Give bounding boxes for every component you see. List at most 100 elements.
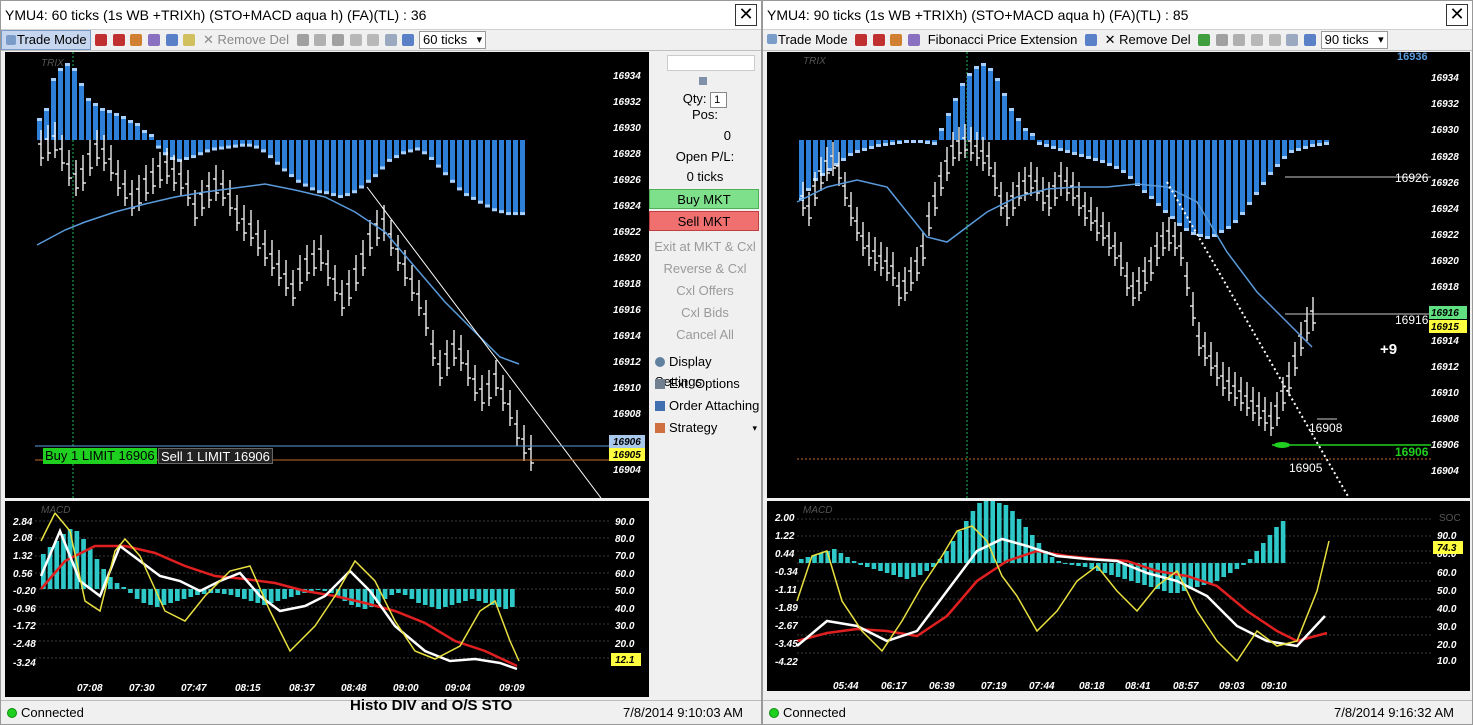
trix-histogram-cap	[1023, 128, 1028, 131]
price-tick-label: 16922	[613, 227, 641, 238]
macd-tick-label: -1.89	[775, 603, 798, 614]
zoom-fit-icon[interactable]	[130, 34, 143, 46]
line-tool-icon[interactable]	[1233, 34, 1246, 46]
trix-histogram-bar	[1009, 110, 1014, 140]
zoom-out-icon[interactable]	[872, 34, 885, 46]
drawing-icon[interactable]	[183, 34, 196, 46]
macd-histogram-bar	[1274, 527, 1279, 563]
interval-icon[interactable]	[1303, 34, 1316, 46]
price-tick-label: 16912	[1431, 362, 1459, 373]
trix-histogram-cap	[1324, 142, 1329, 145]
cxl-offers-button[interactable]: Cxl Offers	[649, 281, 761, 301]
exit-cxl-button[interactable]: Exit at MKT & Cxl	[649, 237, 761, 257]
time-tick-label: 08:41	[1125, 681, 1151, 691]
price-chart[interactable]: TRIX 16934 16932 16930 16928 16926 16924 16922…	[5, 52, 649, 498]
trix-histogram-cap	[883, 143, 888, 146]
trix-histogram-cap	[121, 116, 126, 119]
macd-histogram-bar	[891, 563, 896, 575]
zoom-in-icon[interactable]	[95, 34, 108, 46]
trix-histogram-bar	[1233, 140, 1238, 222]
link-icon[interactable]	[1084, 34, 1097, 46]
fibonacci-tool[interactable]: Fibonacci Price Extension	[925, 30, 1081, 50]
trix-histogram-cap	[366, 179, 371, 183]
color-icon[interactable]	[908, 34, 921, 46]
zoom-in-icon[interactable]	[855, 34, 868, 46]
macd-histogram-bar	[449, 589, 455, 605]
line-tool-icon[interactable]	[314, 34, 327, 46]
trix-histogram-bar	[981, 65, 986, 140]
arrow-tool-icon[interactable]	[296, 34, 309, 46]
macd-histogram-bar	[799, 559, 804, 563]
trix-histogram-cap	[359, 185, 364, 189]
trix-histogram-cap	[981, 63, 986, 66]
price-tick-label: 16920	[1431, 256, 1459, 267]
remove-del-button[interactable]: ✕ Remove Del	[1102, 30, 1194, 50]
arrow-tool-icon[interactable]	[1198, 34, 1211, 46]
trix-histogram-cap	[848, 153, 853, 156]
reverse-cxl-button[interactable]: Reverse & Cxl	[649, 259, 761, 279]
trix-histogram-cap	[897, 141, 902, 144]
interval-select[interactable]: 60 ticks	[419, 31, 487, 49]
buy-mkt-button[interactable]: Buy MKT	[649, 189, 759, 209]
macd-histogram-bar	[1254, 551, 1259, 563]
order-attaching-menu[interactable]: Order Attaching	[649, 396, 761, 416]
stoch-tick-label: 90.0	[1437, 531, 1457, 542]
trix-histogram-cap	[1268, 172, 1273, 175]
calendar-icon[interactable]	[384, 34, 397, 46]
macd-histogram-bar	[476, 589, 482, 601]
macd-tick-label: 0.44	[775, 549, 795, 560]
trix-histogram-cap	[492, 208, 497, 212]
calendar-icon[interactable]	[1286, 34, 1299, 46]
interval-icon[interactable]	[402, 34, 415, 46]
connection-status-icon	[769, 708, 779, 718]
trix-histogram-cap	[1093, 158, 1098, 161]
ellipse-tool-icon[interactable]	[1251, 34, 1264, 46]
gain-label: +9	[1380, 341, 1397, 358]
macd-histogram-bar	[221, 589, 227, 594]
sell-limit-order[interactable]: Sell 1 LIMIT 16906	[158, 448, 273, 464]
rect-tool-icon[interactable]	[367, 34, 380, 46]
display-settings-menu[interactable]: Display Settings	[649, 352, 761, 389]
macd-histogram-bar	[1208, 563, 1213, 583]
trix-histogram-cap	[1198, 234, 1203, 237]
interval-select[interactable]: 90 ticks	[1320, 31, 1388, 49]
cancel-all-button[interactable]: Cancel All	[649, 325, 761, 345]
price-chart-svg: TRIX 16926 16916 16906 16908 16905 +9 16…	[796, 52, 1467, 498]
link-icon[interactable]	[165, 34, 178, 46]
price-chart[interactable]: TRIX 16926 16916 16906 16908 16905 +9 16…	[767, 52, 1470, 498]
connection-status: Connected	[783, 705, 846, 720]
macd-histogram-bar	[463, 589, 468, 601]
account-field[interactable]	[667, 55, 755, 71]
trade-mode-button[interactable]: Trade Mode	[1, 30, 91, 50]
color-icon[interactable]	[148, 34, 161, 46]
close-button[interactable]: ✕	[735, 4, 757, 26]
sell-mkt-button[interactable]: Sell MKT	[649, 211, 759, 231]
buy-limit-order[interactable]: Buy 1 LIMIT 16906	[43, 448, 157, 464]
cxl-bids-button[interactable]: Cxl Bids	[649, 303, 761, 323]
macd-chart[interactable]: MACD 2.84 2.08 1.32 0.56 -0.20 -0.96 -1.72 -2.4…	[5, 501, 649, 697]
trix-histogram-cap	[520, 212, 525, 216]
rect-tool-icon[interactable]	[1268, 34, 1281, 46]
remove-del-label: Remove Del	[217, 32, 290, 47]
strategy-menu[interactable]: Strategy ▾	[649, 418, 761, 438]
pen-tool-icon[interactable]	[1215, 34, 1228, 46]
zoom-fit-icon[interactable]	[890, 34, 903, 46]
pen-tool-icon[interactable]	[331, 34, 344, 46]
macd-chart[interactable]: MACD SOC 2.00 1.22 0.44 -0.34 -1.11 -1.89 -2.6…	[767, 501, 1470, 691]
trix-histogram-cap	[478, 200, 483, 204]
trade-mode-button[interactable]: Trade Mode	[763, 30, 851, 50]
trix-histogram-cap	[429, 157, 434, 160]
stoch-tick-label: 20.0	[1436, 640, 1457, 651]
trix-histogram-cap	[219, 146, 224, 150]
time-tick-label: 08:48	[341, 683, 367, 694]
remove-del-button[interactable]: ✕ Remove Del	[200, 30, 292, 50]
ext-options-menu[interactable]: Ext. Options	[649, 374, 761, 394]
chart-toolbar: Trade Mode ✕ Remove Del 60 ticks	[1, 29, 761, 51]
trix-histogram-cap	[1240, 212, 1245, 215]
trix-histogram-bar	[939, 130, 944, 140]
zoom-out-icon[interactable]	[112, 34, 125, 46]
macd-tick-label: 1.22	[775, 531, 795, 542]
ellipse-tool-icon[interactable]	[349, 34, 362, 46]
close-button[interactable]: ✕	[1446, 4, 1468, 26]
price-tick-label: 16904	[1431, 466, 1459, 477]
